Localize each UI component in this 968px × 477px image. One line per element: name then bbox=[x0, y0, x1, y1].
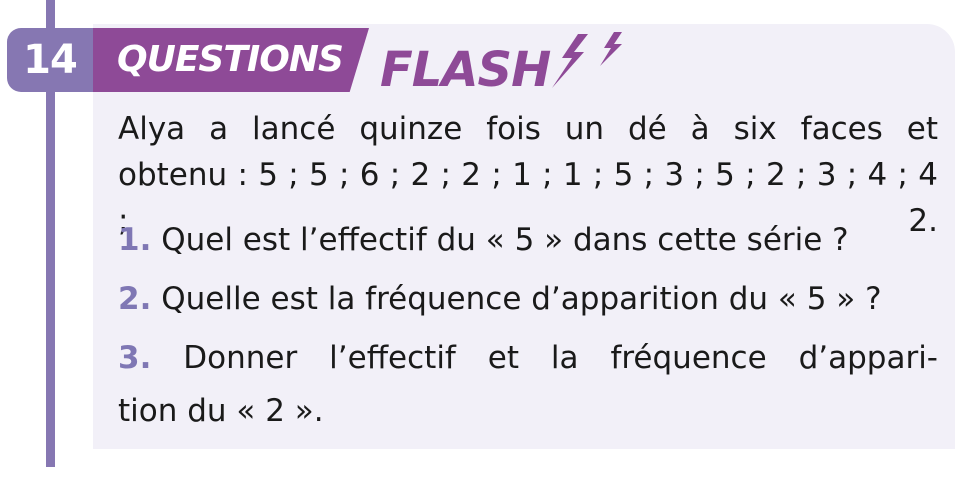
question-number: 3. bbox=[118, 340, 152, 376]
question-text: Donner l’effectif et la fréquence d’appa… bbox=[183, 340, 938, 376]
question-number: 1. bbox=[118, 222, 152, 258]
exercise-number-badge: 14 bbox=[7, 28, 93, 92]
question-text: Quel est l’effectif du « 5 » dans cette … bbox=[161, 222, 849, 258]
intro-line-1: Alya a lancé quinze fois un dé à six fac… bbox=[118, 111, 938, 147]
flash-title: FLASH bbox=[380, 42, 551, 98]
question-text: Quelle est la fréquence d’apparition du … bbox=[161, 281, 882, 317]
question-3: 3. Donner l’effectif et la fréquence d’a… bbox=[118, 335, 938, 381]
question-3-continued: tion du « 2 ». bbox=[118, 393, 324, 429]
lightning-bolt-icon bbox=[552, 32, 622, 88]
questions-banner: QUESTIONS bbox=[93, 28, 369, 92]
question-number: 2. bbox=[118, 281, 152, 317]
question-2: 2. Quelle est la fréquence d’apparition … bbox=[118, 276, 938, 322]
question-1: 1. Quel est l’effectif du « 5 » dans cet… bbox=[118, 217, 938, 263]
